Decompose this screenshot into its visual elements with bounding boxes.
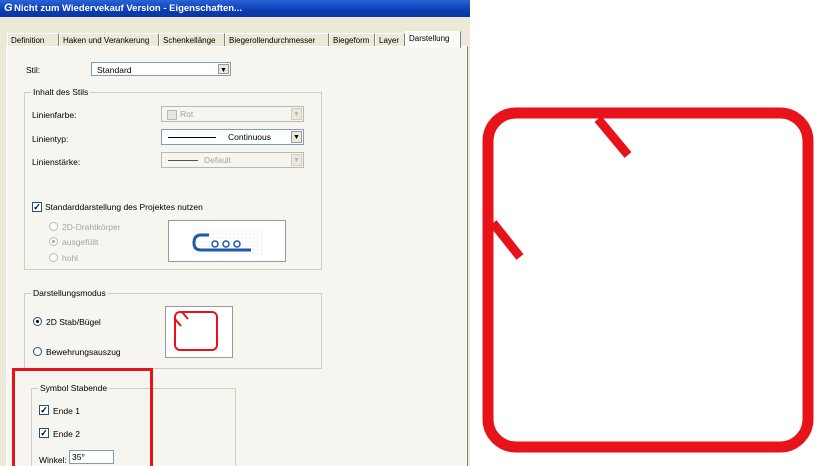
stil-select[interactable]: Standard ▼ xyxy=(91,62,231,76)
color-swatch-icon xyxy=(167,110,177,120)
radio-2d-stab-buegel-label: 2D Stab/Bügel xyxy=(46,317,101,327)
tab-definition[interactable]: Definition xyxy=(7,33,59,47)
line-sample-icon xyxy=(168,137,216,138)
linienfarbe-select[interactable]: Rot ▼ xyxy=(161,106,304,122)
group-inhalt-des-stils: Inhalt des Stils Linienfarbe: Rot ▼ Lini… xyxy=(24,87,322,270)
chevron-down-icon: ▼ xyxy=(218,64,229,74)
properties-dialog: G Nicht zum Wiedervekauf Version - Eigen… xyxy=(0,0,470,466)
linienstaerke-label: Linienstärke: xyxy=(32,157,81,167)
linienfarbe-label: Linienfarbe: xyxy=(32,110,77,120)
linienstaerke-value: Default xyxy=(204,155,231,165)
tab-biegerollendurchmesser[interactable]: Biegerollendurchmesser xyxy=(225,33,329,47)
linientyp-value: Continuous xyxy=(228,132,272,142)
radio-bewehrungsauszug[interactable] xyxy=(33,347,42,356)
tab-layer[interactable]: Layer xyxy=(375,33,405,47)
radio-ausgefuellt[interactable] xyxy=(49,237,58,246)
app-icon: G xyxy=(4,2,13,14)
standarddarstellung-checkbox[interactable]: ✓ xyxy=(32,202,42,212)
chevron-down-icon: ▼ xyxy=(291,154,302,166)
stil-label: Stil: xyxy=(26,65,41,75)
tab-schenkellaenge[interactable]: Schenkellänge xyxy=(159,33,225,47)
linientyp-label: Linientyp: xyxy=(32,134,69,144)
tab-darstellung[interactable]: Darstellung xyxy=(405,31,461,48)
window-title: Nicht zum Wiedervekauf Version - Eigensc… xyxy=(14,3,242,14)
radio-hohl-label: hohl xyxy=(62,253,79,263)
radio-ausgefuellt-label: ausgefüllt xyxy=(62,237,99,247)
standarddarstellung-label: Standarddarstellung des Projektes nutzen xyxy=(45,202,203,212)
radio-bewehrungsauszug-label: Bewehrungsauszug xyxy=(46,347,121,357)
chevron-down-icon: ▼ xyxy=(291,108,302,120)
title-bar[interactable]: G Nicht zum Wiedervekauf Version - Eigen… xyxy=(0,0,470,17)
radio-hohl[interactable] xyxy=(49,253,58,262)
stirrup-closeup-icon xyxy=(482,107,814,453)
radio-2d-drahtkoerper-label: 2D-Drahtkörper xyxy=(62,222,121,232)
group-label-darstellungsmodus: Darstellungsmodus xyxy=(31,288,108,298)
style-preview xyxy=(168,220,286,262)
group-label-inhalt: Inhalt des Stils xyxy=(31,87,91,97)
stil-value: Standard xyxy=(97,65,132,75)
linienfarbe-value: Rot xyxy=(180,109,194,119)
tab-biegeform[interactable]: Biegeform xyxy=(329,33,375,47)
stirrup-preview-icon xyxy=(174,311,218,351)
group-darstellungsmodus: Darstellungsmodus 2D Stab/Bügel Bewehrun… xyxy=(24,288,322,369)
linientyp-select[interactable]: Continuous ▼ xyxy=(161,129,304,145)
hook-bar-preview-icon xyxy=(192,227,263,255)
tab-haken-und-verankerung[interactable]: Haken und Verankerung xyxy=(59,33,159,47)
stirrup-closeup xyxy=(480,105,816,455)
radio-2d-drahtkoerper[interactable] xyxy=(49,222,58,231)
stirrup-preview xyxy=(165,306,233,358)
chevron-down-icon: ▼ xyxy=(291,131,302,143)
highlight-frame xyxy=(12,368,153,466)
linienstaerke-select[interactable]: Default ▼ xyxy=(161,152,304,168)
line-sample-icon xyxy=(168,160,198,161)
radio-2d-stab-buegel[interactable] xyxy=(33,317,42,326)
